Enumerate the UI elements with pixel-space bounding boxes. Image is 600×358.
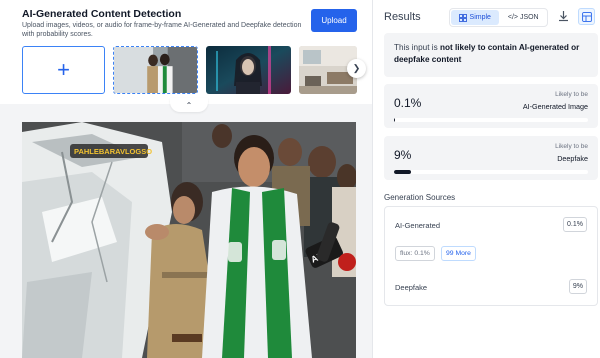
thumbnail-image-2[interactable]	[206, 46, 291, 94]
layout-toggle-icon[interactable]	[578, 8, 595, 25]
watermark-text: PAHLEBARAVLOGSO	[74, 147, 152, 156]
deepfake-source-badge: 9%	[568, 279, 587, 294]
generation-sources-title: Generation Sources	[384, 193, 456, 202]
plus-icon: +	[57, 57, 70, 82]
ai-generated-progress-track	[394, 118, 588, 122]
page-subtitle: Upload images, videos, or audio for fram…	[22, 22, 302, 38]
page-title: AI-Generated Content Detection	[22, 8, 182, 20]
simple-view-label: Simple	[469, 14, 491, 21]
json-view-label: </> JSON	[507, 14, 539, 21]
deepfake-score-name: Deepfake	[557, 154, 588, 163]
deepfake-progress-fill	[394, 170, 412, 174]
thumbnail-image	[114, 47, 197, 93]
deepfake-score-value: 9%	[394, 148, 412, 162]
grid-icon	[458, 13, 467, 22]
preview-image-graphic: PAHLEBARAVLOGSO ANI	[22, 122, 356, 358]
source-chip-flux: flux: 0.1%	[395, 246, 435, 261]
upload-panel: AI-Generated Content Detection Upload im…	[0, 0, 372, 358]
preview-image: PAHLEBARAVLOGSO ANI	[22, 122, 356, 358]
verdict-prefix: This input is	[394, 43, 440, 52]
ai-generated-source-label: AI-Generated	[395, 221, 441, 230]
results-panel: Results Simple </> JSON This input is no…	[373, 0, 600, 358]
ai-generated-score-name: AI-Generated Image	[522, 102, 588, 111]
upload-button[interactable]: Upload	[311, 9, 357, 32]
json-view-tab[interactable]: </> JSON	[500, 9, 548, 26]
ai-generated-progress-fill	[394, 118, 395, 122]
chevron-up-icon[interactable]: ⌃	[170, 98, 208, 112]
thumbnail-selected[interactable]	[113, 46, 198, 94]
ai-generated-score-card: 0.1% Likely to be AI-Generated Image	[384, 84, 598, 128]
more-sources-button[interactable]: 99 More	[441, 246, 476, 261]
deepfake-source-label: Deepfake	[395, 283, 428, 292]
chevron-right-icon[interactable]: ❯	[347, 59, 366, 78]
simple-view-tab[interactable]: Simple	[451, 10, 499, 25]
verdict-card: This input is not likely to contain AI-g…	[384, 33, 598, 77]
generation-sources-card: AI-Generated 0.1% flux: 0.1% 99 More Dee…	[384, 206, 598, 306]
ai-generated-score-value: 0.1%	[394, 96, 422, 110]
deepfake-score-card: 9% Likely to be Deepfake	[384, 136, 598, 180]
download-icon[interactable]	[557, 10, 570, 23]
results-title: Results	[384, 11, 421, 23]
likely-label: Likely to be	[555, 143, 588, 150]
deepfake-progress-track	[394, 170, 588, 174]
thumbnail-image	[206, 46, 291, 94]
view-toggle: Simple </> JSON	[449, 8, 548, 27]
add-media-button[interactable]: +	[22, 46, 105, 94]
likely-label: Likely to be	[555, 91, 588, 98]
ai-generated-source-badge: 0.1%	[563, 217, 587, 232]
